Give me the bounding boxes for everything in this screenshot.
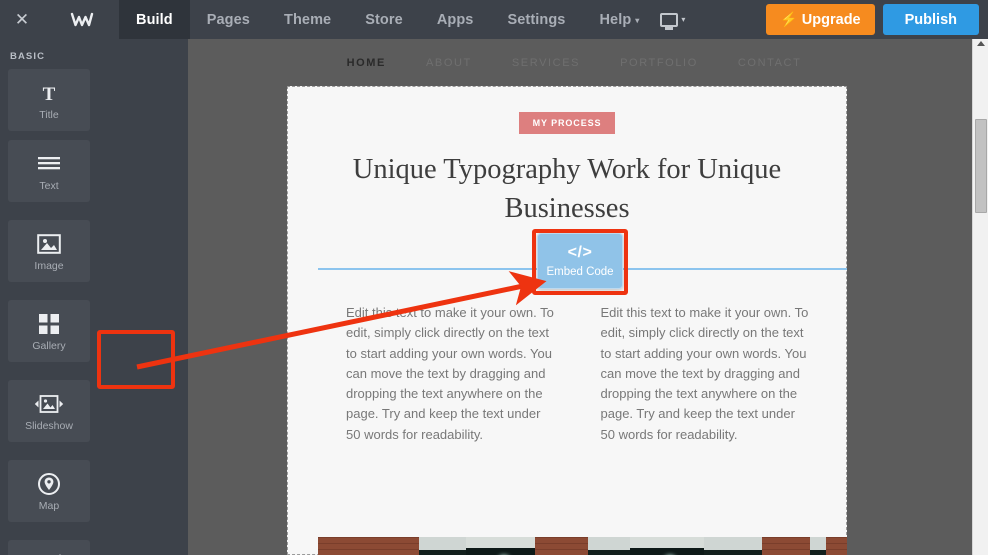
site-nav-home[interactable]: HOME: [347, 57, 386, 69]
tab-settings[interactable]: Settings: [490, 0, 582, 39]
my-process-badge: MY PROCESS: [519, 112, 615, 134]
sidebar-item-map-label: Map: [38, 499, 60, 512]
sidebar-item-gallery[interactable]: Gallery: [8, 300, 90, 362]
tab-store-label: Store: [365, 11, 403, 28]
desktop-monitor-icon: [660, 12, 679, 30]
text-column-right[interactable]: Edit this text to make it your own. To e…: [601, 303, 811, 445]
sidebar-group-basic-title: BASIC: [10, 51, 46, 62]
sidebar-item-title-label: Title: [39, 108, 59, 121]
upgrade-button[interactable]: ⚡ Upgrade: [766, 4, 875, 35]
bolt-icon: ⚡: [780, 11, 798, 27]
close-icon[interactable]: ✕: [0, 0, 44, 39]
embed-code-label: Embed Code: [546, 266, 614, 278]
slideshow-icon: [34, 391, 64, 417]
sidebar-item-map[interactable]: Map: [8, 460, 90, 522]
image-icon: [37, 231, 61, 257]
site-preview-stage: HOME ABOUT SERVICES PORTFOLIO CONTACT MY…: [188, 39, 988, 555]
sidebar-item-title[interactable]: T Title: [8, 69, 90, 131]
weebly-site-editor: ✕ Build Pages Theme Store Apps Settings …: [0, 0, 988, 555]
sidebar-item-gallery-label: Gallery: [32, 339, 66, 352]
tab-help-label: Help: [599, 11, 632, 28]
brick-building-windows-photo[interactable]: [318, 537, 847, 555]
sidebar-item-contact-form[interactable]: Contact Form: [8, 540, 90, 555]
embed-code-drag-ghost[interactable]: </> Embed Code: [537, 233, 623, 289]
sidebar-item-slideshow[interactable]: Slideshow: [8, 380, 90, 442]
map-pin-icon: [37, 471, 61, 497]
chevron-down-icon: ▾: [681, 15, 686, 24]
upgrade-label: Upgrade: [801, 11, 861, 28]
tab-build-label: Build: [136, 11, 173, 28]
vertical-scrollbar[interactable]: [972, 39, 988, 555]
tab-apps[interactable]: Apps: [420, 0, 491, 39]
main-menu: Build Pages Theme Store Apps Settings He…: [119, 0, 656, 39]
elements-sidebar: BASIC T Title Text Image Gallery Slidesh…: [0, 39, 188, 555]
scroll-up-arrow-icon[interactable]: [977, 41, 985, 46]
site-nav-about[interactable]: ABOUT: [426, 57, 472, 69]
site-nav-contact[interactable]: CONTACT: [738, 57, 802, 69]
code-brackets-icon: </>: [567, 244, 593, 261]
site-navigation: HOME ABOUT SERVICES PORTFOLIO CONTACT: [188, 39, 960, 86]
tab-pages-label: Pages: [206, 11, 250, 28]
svg-text:T: T: [43, 84, 56, 104]
site-nav-portfolio[interactable]: PORTFOLIO: [620, 57, 698, 69]
vertical-scroll-thumb[interactable]: [975, 119, 987, 213]
publish-button[interactable]: Publish: [882, 4, 979, 35]
tab-help[interactable]: Help ▾: [582, 0, 656, 39]
sidebar-item-text-label: Text: [39, 179, 59, 192]
tab-apps-label: Apps: [436, 11, 474, 28]
page-canvas[interactable]: MY PROCESS Unique Typography Work for Un…: [287, 86, 847, 555]
sidebar-item-image[interactable]: Image: [8, 220, 90, 282]
tab-settings-label: Settings: [507, 11, 566, 28]
sidebar-item-slideshow-label: Slideshow: [25, 419, 73, 432]
tab-store[interactable]: Store: [348, 0, 420, 39]
tab-pages[interactable]: Pages: [190, 0, 267, 39]
contact-form-icon: [36, 551, 62, 555]
page-headline[interactable]: Unique Typography Work for Unique Busine…: [334, 150, 800, 228]
publish-label: Publish: [904, 11, 957, 28]
text-column-left[interactable]: Edit this text to make it your own. To e…: [346, 303, 556, 445]
top-toolbar: ✕ Build Pages Theme Store Apps Settings …: [0, 0, 988, 39]
text-lines-icon: [37, 151, 61, 177]
gallery-grid-icon: [38, 311, 60, 337]
tab-theme-label: Theme: [283, 11, 332, 28]
two-column-text-block: Edit this text to make it your own. To e…: [346, 303, 810, 445]
sidebar-basic-grid: T Title Text Image Gallery Slideshow Map: [0, 69, 188, 555]
device-preview-selector[interactable]: ▾: [656, 0, 693, 39]
tab-build[interactable]: Build: [119, 0, 190, 39]
sidebar-item-image-label: Image: [34, 259, 64, 272]
tab-theme[interactable]: Theme: [267, 0, 348, 39]
sidebar-item-text[interactable]: Text: [8, 140, 90, 202]
chevron-down-icon: ▾: [635, 15, 640, 25]
weebly-logo-icon[interactable]: [44, 0, 119, 39]
title-icon: T: [38, 80, 60, 106]
site-nav-services[interactable]: SERVICES: [512, 57, 580, 69]
